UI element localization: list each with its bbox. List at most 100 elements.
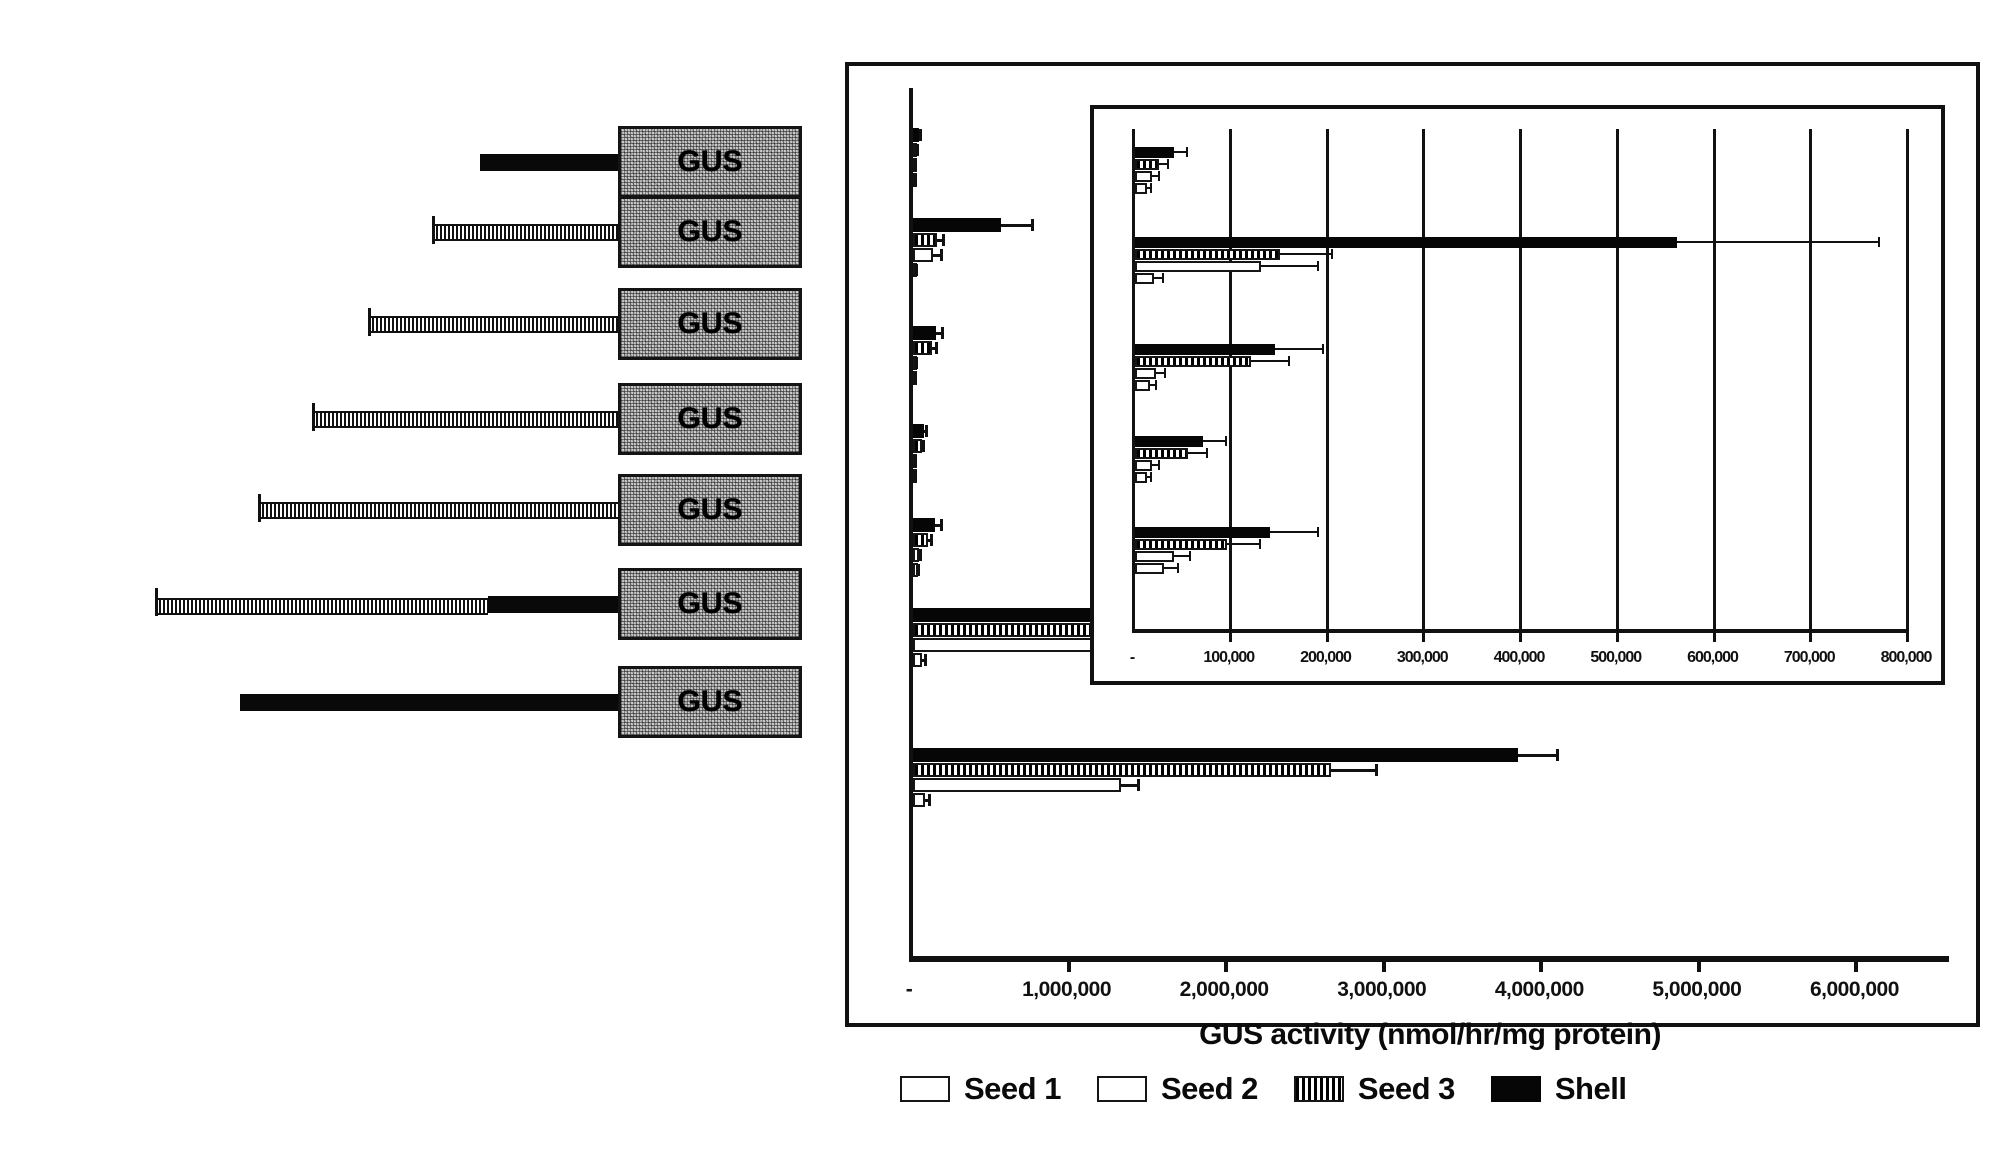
promoter-segment — [488, 596, 618, 613]
promoter-segment — [312, 411, 618, 428]
error-bar — [913, 469, 917, 483]
inset-x-tick — [1712, 629, 1716, 642]
error-bar-cap — [913, 470, 917, 482]
inset-x-tick-label: 600,000 — [1687, 649, 1739, 666]
bar-seed-3 — [913, 341, 932, 355]
inset-x-tick — [1422, 629, 1426, 642]
error-bar-cap — [1031, 219, 1035, 231]
promoter-end-cap — [432, 216, 435, 244]
inset-bar-shell — [1135, 436, 1203, 447]
promoter-end-cap — [312, 403, 315, 431]
legend-label: Seed 1 — [964, 1071, 1061, 1106]
error-bar-cap — [930, 534, 934, 546]
inset-error-bar — [1149, 380, 1158, 391]
error-bar — [1001, 218, 1035, 232]
promoter-segment — [432, 224, 618, 241]
error-bar — [918, 128, 922, 142]
construct-diagram-panel: GUS GUS GUS GUS GUS GUS GUS — [0, 0, 900, 1010]
x-tick-label: 2,000,000 — [1179, 978, 1269, 1001]
inset-x-tick — [1325, 629, 1329, 642]
error-bar-cap — [924, 654, 928, 666]
inset-bar-seed-1 — [1135, 563, 1165, 574]
error-bar-cap — [914, 264, 918, 276]
inset-error-bar — [1280, 249, 1334, 260]
gus-label: GUS — [677, 307, 743, 340]
legend-item: Shell — [1490, 1071, 1627, 1107]
inset-bar-seed-3 — [1135, 539, 1227, 550]
inset-error-bar — [1164, 563, 1179, 574]
inset-bar-shell — [1135, 527, 1271, 538]
promoter-segment — [258, 502, 618, 519]
inset-error-bar-cap — [1258, 539, 1261, 549]
inset-gridline — [1712, 129, 1716, 629]
inset-x-tick — [1906, 629, 1909, 642]
inset-error-bar — [1275, 344, 1324, 355]
inset-error-bar-cap — [1186, 147, 1189, 157]
error-bar-cap — [942, 234, 946, 246]
error-bar — [1330, 763, 1378, 777]
legend-swatch — [1096, 1076, 1147, 1102]
inset-chart-frame: - 100,000 200,000 300,000 400,000 500,000 600,… — [1090, 105, 1945, 685]
inset-gridline — [1906, 129, 1909, 629]
error-bar-cap — [917, 564, 921, 576]
inset-x-tick — [1809, 629, 1813, 642]
error-bar-cap — [1556, 749, 1560, 761]
inset-x-tick-label: 300,000 — [1396, 649, 1449, 666]
gus-reporter-box: GUS — [618, 568, 802, 640]
inset-bar-seed-1 — [1135, 472, 1147, 483]
gus-label: GUS — [677, 493, 743, 526]
inset-error-bar-cap — [1189, 551, 1192, 561]
inset-error-bar-cap — [1205, 448, 1208, 458]
inset-bar-shell — [1135, 147, 1174, 158]
inset-error-bar-cap — [1176, 563, 1179, 573]
inset-bar-seed-2 — [1135, 171, 1153, 182]
promoter-segment — [155, 598, 488, 615]
inset-error-bar — [1173, 551, 1192, 562]
gus-label: GUS — [677, 145, 743, 178]
bar-shell — [913, 518, 936, 532]
x-tick-label: 1,000,000 — [1022, 978, 1112, 1001]
legend-swatch — [1490, 1076, 1541, 1102]
error-bar-cap — [914, 372, 918, 384]
inset-error-bar-cap — [1158, 171, 1161, 181]
bar-shell — [913, 326, 936, 340]
inset-error-bar — [1676, 237, 1880, 248]
inset-error-bar-line — [1280, 253, 1334, 255]
inset-gridline — [1615, 129, 1619, 629]
x-axis-title: GUS activity (nmol/hr/mg protein) — [1199, 1018, 1661, 1051]
inset-error-bar-cap — [1163, 368, 1166, 378]
error-bar — [915, 143, 919, 157]
inset-bar-seed-3 — [1135, 448, 1189, 459]
error-bar — [914, 371, 918, 385]
inset-error-bar-cap — [1150, 183, 1153, 193]
promoter-end-cap — [155, 588, 158, 616]
inset-gridline — [1422, 129, 1426, 629]
error-bar-cap — [919, 549, 923, 561]
inset-error-bar-cap — [1331, 249, 1334, 259]
inset-x-tick — [1615, 629, 1619, 642]
inset-error-bar-cap — [1155, 380, 1158, 390]
error-bar — [933, 248, 943, 262]
legend-item: Seed 2 — [1096, 1071, 1258, 1107]
inset-error-bar-line — [1251, 360, 1290, 362]
inset-error-bar — [1188, 448, 1208, 459]
inset-bar-seed-2 — [1135, 261, 1261, 272]
inset-error-bar-cap — [1158, 460, 1161, 470]
error-bar — [922, 653, 928, 667]
x-tick-label: 5,000,000 — [1652, 978, 1742, 1001]
gus-reporter-box: GUS — [618, 474, 802, 546]
inset-bar-seed-1 — [1135, 183, 1147, 194]
inset-error-bar-line — [1202, 440, 1227, 442]
promoter-segment — [480, 154, 618, 171]
gus-reporter-box: GUS — [618, 196, 802, 268]
inset-error-bar-cap — [1224, 436, 1227, 446]
inset-bar-seed-2 — [1135, 368, 1157, 379]
inset-x-tick-label: - — [1129, 649, 1135, 666]
inset-error-bar-cap — [1321, 344, 1324, 354]
error-bar-cap — [1374, 764, 1378, 776]
inset-error-bar — [1154, 273, 1165, 284]
bar-seed-3 — [913, 533, 928, 547]
chart-legend: Seed 1 Seed 2 Seed 3 Shell — [900, 1060, 1910, 1118]
inset-error-bar-cap — [1166, 159, 1169, 169]
inset-gridline — [1809, 129, 1813, 629]
